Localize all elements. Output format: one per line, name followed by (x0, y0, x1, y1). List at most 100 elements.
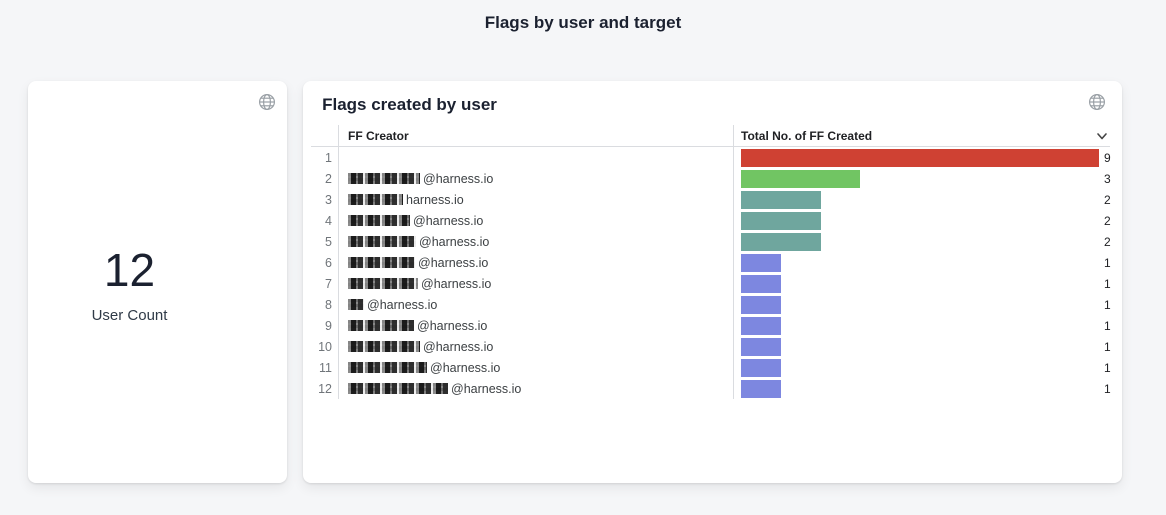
row-number: 2 (311, 172, 338, 186)
bar-value: 1 (1104, 277, 1111, 291)
bar[interactable] (741, 275, 781, 293)
email-suffix: @harness.io (419, 235, 489, 249)
bar-cell: 1 (733, 357, 1111, 378)
bar-value: 1 (1104, 256, 1111, 270)
creator-cell: @harness.io (338, 315, 733, 336)
bar-track (741, 212, 1099, 230)
page-title: Flags by user and target (0, 13, 1166, 33)
row-number: 7 (311, 277, 338, 291)
user-count-label: User Count (0, 307, 259, 324)
bar-value: 1 (1104, 319, 1111, 333)
email-suffix: @harness.io (451, 382, 521, 396)
bar[interactable] (741, 149, 1099, 167)
bar-track (741, 296, 1099, 314)
bar-cell: 1 (733, 294, 1111, 315)
table-row: 1 9 (311, 147, 1110, 168)
row-number: 6 (311, 256, 338, 270)
bar-value: 1 (1104, 382, 1111, 396)
email-suffix: @harness.io (421, 277, 491, 291)
email-suffix: @harness.io (423, 340, 493, 354)
email-suffix: @harness.io (430, 361, 500, 375)
row-number: 9 (311, 319, 338, 333)
redacted-email (348, 362, 427, 373)
bar-value: 3 (1104, 172, 1111, 186)
table-header-row: FF Creator Total No. of FF Created (311, 125, 1110, 147)
bar-value: 1 (1104, 298, 1111, 312)
table-row: 8 @harness.io 1 (311, 294, 1110, 315)
bar-track (741, 338, 1099, 356)
redacted-email (348, 278, 418, 289)
flags-table: FF Creator Total No. of FF Created 1 9 2… (311, 125, 1110, 399)
bar[interactable] (741, 317, 781, 335)
column-header-total[interactable]: Total No. of FF Created (733, 125, 1110, 146)
bar-cell: 2 (733, 189, 1111, 210)
column-header-creator[interactable]: FF Creator (338, 125, 733, 146)
creator-cell: @harness.io (338, 294, 733, 315)
email-suffix: @harness.io (367, 298, 437, 312)
bar-cell: 1 (733, 336, 1111, 357)
bar[interactable] (741, 191, 821, 209)
row-number: 11 (311, 361, 338, 375)
redacted-email (348, 173, 420, 184)
row-number: 10 (311, 340, 338, 354)
bar-track (741, 275, 1099, 293)
bar-track (741, 149, 1099, 167)
bar[interactable] (741, 380, 781, 398)
table-row: 9 @harness.io 1 (311, 315, 1110, 336)
bar[interactable] (741, 296, 781, 314)
bar-track (741, 359, 1099, 377)
bar-track (741, 380, 1099, 398)
bar-cell: 2 (733, 231, 1111, 252)
row-number: 3 (311, 193, 338, 207)
chevron-down-icon[interactable] (1094, 128, 1110, 144)
creator-cell: @harness.io (338, 378, 733, 399)
bar[interactable] (741, 212, 821, 230)
bar[interactable] (741, 233, 821, 251)
globe-icon[interactable] (1088, 93, 1106, 111)
bar-cell: 1 (733, 378, 1111, 399)
bar-value: 2 (1104, 214, 1111, 228)
email-suffix: @harness.io (423, 172, 493, 186)
bar-track (741, 191, 1099, 209)
bar-cell: 9 (733, 147, 1111, 168)
table-row: 11 @harness.io 1 (311, 357, 1110, 378)
bar[interactable] (741, 254, 781, 272)
table-row: 12 @harness.io 1 (311, 378, 1110, 399)
bar-cell: 1 (733, 273, 1111, 294)
user-count-value: 12 (0, 243, 259, 297)
bar-value: 2 (1104, 235, 1111, 249)
bar[interactable] (741, 359, 781, 377)
table-row: 6 @harness.io 1 (311, 252, 1110, 273)
creator-cell (338, 147, 733, 168)
email-suffix: @harness.io (417, 319, 487, 333)
bar-cell: 1 (733, 252, 1111, 273)
creator-cell: @harness.io (338, 336, 733, 357)
redacted-email (348, 320, 414, 331)
bar-value: 9 (1104, 151, 1111, 165)
creator-cell: @harness.io (338, 210, 733, 231)
table-row: 4 @harness.io 2 (311, 210, 1110, 231)
redacted-email (348, 194, 403, 205)
bar[interactable] (741, 338, 781, 356)
bar-value: 1 (1104, 340, 1111, 354)
table-row: 2 @harness.io 3 (311, 168, 1110, 189)
creator-cell: @harness.io (338, 231, 733, 252)
bar[interactable] (741, 170, 860, 188)
creator-cell: @harness.io (338, 252, 733, 273)
redacted-email (348, 383, 448, 394)
row-number: 4 (311, 214, 338, 228)
bar-cell: 1 (733, 315, 1111, 336)
flags-card-title: Flags created by user (0, 95, 819, 115)
bar-cell: 2 (733, 210, 1111, 231)
row-number: 1 (311, 151, 338, 165)
redacted-email (348, 341, 420, 352)
redacted-email (348, 215, 410, 226)
redacted-email (348, 257, 415, 268)
row-number: 12 (311, 382, 338, 396)
redacted-email (348, 236, 416, 247)
bar-value: 1 (1104, 361, 1111, 375)
bar-track (741, 254, 1099, 272)
bar-cell: 3 (733, 168, 1111, 189)
table-row: 5 @harness.io 2 (311, 231, 1110, 252)
redacted-email (348, 299, 364, 310)
